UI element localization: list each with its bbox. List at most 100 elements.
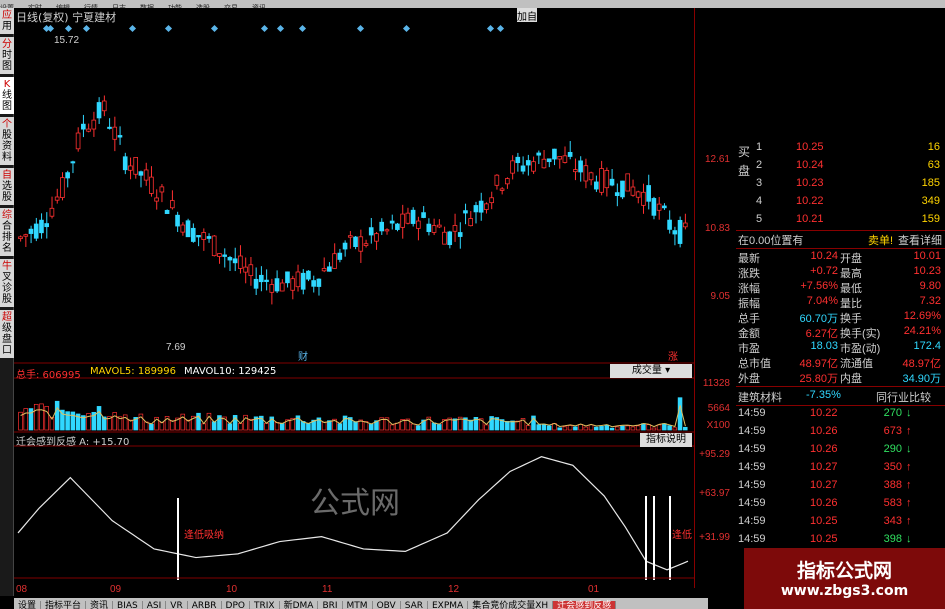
month-label: 09 — [110, 584, 122, 595]
stat-value: 9.80 — [919, 280, 941, 292]
indicator-tab[interactable]: ARBR — [188, 601, 222, 609]
indicator-tab[interactable]: 集合竞价成交量XH — [468, 601, 554, 609]
candle-body — [232, 258, 238, 264]
volume-bar — [656, 424, 662, 431]
stat-key: 市盈(动) — [840, 343, 881, 355]
indicator-tab[interactable]: 设置 — [14, 601, 42, 609]
left-tab[interactable]: 自选股 — [0, 168, 14, 205]
left-tab-rest: 选股 — [2, 181, 12, 203]
indicator-help-button[interactable]: 指标说明 — [640, 433, 692, 447]
volume-bar — [583, 426, 589, 431]
arrow-down-icon: ↓ — [906, 533, 912, 545]
indicator-tab[interactable]: DPO — [222, 601, 250, 609]
high-price-label: 15.72 — [54, 35, 79, 46]
volume-ma10-label: MAVOL10: 129425 — [184, 366, 277, 377]
indicator-tab[interactable]: BIAS — [113, 601, 143, 609]
indicator-tab[interactable]: 资讯 — [86, 601, 114, 609]
indicator-tab[interactable]: BRI — [318, 601, 343, 609]
candle-body — [620, 180, 625, 198]
volume-bar — [196, 412, 201, 431]
level-price: 10.25 — [796, 141, 824, 153]
tick-volume: 673 — [883, 425, 902, 437]
left-tab-strip: 应用分时图 K 线图个股资料自选股综合排名牛叉诊股超级盘口 — [0, 8, 14, 596]
candle-body — [264, 279, 269, 282]
candle-body — [494, 174, 500, 186]
volume-bar — [562, 426, 568, 431]
arrow-down-icon: ↓ — [906, 407, 912, 419]
tick-price: 10.26 — [810, 425, 838, 437]
candle-body — [625, 173, 631, 192]
arrow-up-icon: ↑ — [906, 461, 912, 473]
volume-bar — [604, 424, 610, 431]
signal-diamond-icon — [64, 24, 73, 33]
volume-axis-label: 11328 — [702, 378, 730, 389]
volume-bar — [368, 423, 374, 431]
stat-row: 振幅 7.04% 量比 7.32 — [736, 295, 945, 311]
detail-link[interactable]: 查看详细 — [898, 232, 942, 248]
indicator-tab[interactable]: VR — [166, 601, 188, 609]
divider — [736, 248, 945, 249]
volume-dropdown[interactable]: 成交量 ▾ — [610, 364, 692, 378]
signal-tag-low: 逢低吸纳 — [184, 530, 224, 541]
volume-bar — [211, 421, 217, 431]
indicator-tab[interactable]: TRIX — [250, 601, 280, 609]
candle-body — [337, 252, 343, 260]
candle-body — [541, 158, 547, 169]
stat-key: 涨幅 — [738, 283, 760, 295]
left-tab[interactable]: K 线图 — [0, 77, 14, 114]
candle-body — [515, 156, 521, 164]
volume-bar — [416, 425, 421, 431]
tick-price: 10.27 — [810, 461, 838, 473]
left-tab[interactable]: 牛叉诊股 — [0, 259, 14, 307]
candle-body — [358, 236, 364, 252]
tick-row: 14:59 10.26 290 ↓ — [736, 443, 945, 459]
signal-diamond-icon — [210, 24, 219, 33]
tick-row: 14:59 10.26 673 ↑ — [736, 425, 945, 441]
sector-name: 建筑材料 — [738, 392, 782, 404]
indicator-signals — [177, 496, 671, 580]
volume-bar — [677, 397, 683, 431]
volume-bar — [567, 425, 573, 431]
candle-body — [682, 222, 688, 228]
left-tab[interactable]: 超级盘口 — [0, 310, 14, 358]
level-volume: 185 — [921, 177, 940, 189]
indicator-tab[interactable]: ASI — [143, 601, 167, 609]
indicator-tab[interactable]: OBV — [373, 601, 401, 609]
volume-ma5-label: MAVOL5: 189996 — [90, 366, 177, 377]
tick-volume: 290 — [883, 443, 902, 455]
indicator-tab[interactable]: 指标平台 — [41, 601, 87, 609]
candle-body — [300, 272, 306, 290]
candle-body — [164, 209, 170, 214]
signal-tag-low-right: 逢低 — [672, 530, 692, 541]
left-tab[interactable]: 应用 — [0, 8, 14, 34]
candle-body — [39, 219, 44, 234]
left-tab-rest: 叉诊股 — [2, 272, 12, 305]
volume-bar — [238, 423, 243, 431]
volume-bar — [264, 422, 269, 431]
stat-key: 外盘 — [738, 373, 760, 385]
stat-key: 总手 — [738, 313, 760, 325]
volume-total-label: 总手: 606995 — [16, 370, 81, 381]
left-tab-rest: 线图 — [2, 90, 12, 112]
candle-body — [536, 152, 542, 156]
watermark-center: 公式网 — [310, 486, 400, 521]
indicator-tab[interactable]: SAR — [401, 601, 428, 609]
candle-body — [248, 264, 254, 277]
candle-body — [379, 221, 385, 232]
indicator-tab[interactable]: EXPMA — [428, 601, 469, 609]
indicator-tab[interactable]: MTM — [343, 601, 373, 609]
left-tab[interactable]: 综合排名 — [0, 208, 14, 256]
indicator-tab[interactable]: 新DMA — [280, 601, 319, 609]
left-tab-first-char: 综 — [2, 210, 12, 221]
sector-compare-link[interactable]: 同行业比较 — [876, 389, 931, 405]
volume-bar — [23, 408, 29, 431]
stat-key: 换手 — [840, 313, 862, 325]
indicator-tab[interactable]: 迁会感到反感 — [553, 601, 617, 609]
signal-diamond-icon — [276, 24, 285, 33]
left-tab[interactable]: 分时图 — [0, 37, 14, 74]
sell-order-link[interactable]: 卖单! — [868, 232, 893, 248]
indicator-axis-label: +31.99 — [699, 532, 730, 543]
left-tab[interactable]: 个股资料 — [0, 117, 14, 165]
stat-value: 6.27亿 — [805, 328, 838, 340]
volume-bar — [484, 424, 489, 431]
